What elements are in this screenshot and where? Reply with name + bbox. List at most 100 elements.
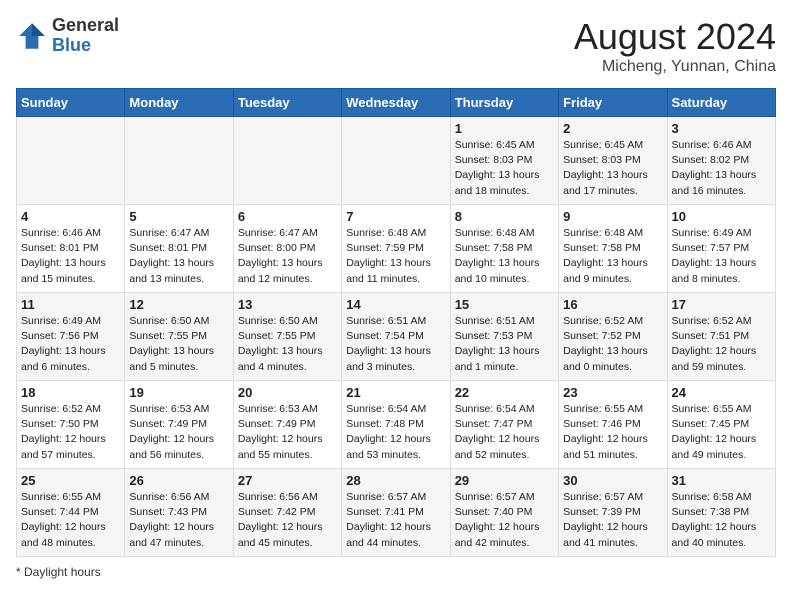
month-title: August 2024 [574, 16, 776, 58]
day-info: Sunrise: 6:53 AM Sunset: 7:49 PM Dayligh… [129, 402, 228, 463]
calendar-cell: 30Sunrise: 6:57 AM Sunset: 7:39 PM Dayli… [559, 469, 667, 557]
calendar-cell: 29 Sunrise: 6:57 AM Sunset: 7:40 PM Dayli… [450, 469, 558, 557]
calendar-week-row: 1 Sunrise: 6:45 AM Sunset: 8:03 PM Daylig… [17, 117, 776, 205]
day-info: Sunrise: 6:54 AM Sunset: 7:48 PM Dayligh… [346, 402, 445, 463]
location-subtitle: Micheng, Yunnan, China [574, 58, 776, 76]
day-number: 20 [238, 385, 337, 400]
calendar-cell: 7 Sunrise: 6:48 AM Sunset: 7:59 PM Daylig… [342, 205, 450, 293]
day-info: Sunrise: 6:52 AM Sunset: 7:52 PM Dayligh… [563, 314, 662, 375]
day-number: 14 [346, 297, 445, 312]
day-info: Sunrise: 6:58 AM Sunset: 7:38 PM Dayligh… [672, 490, 771, 551]
calendar-cell: 27 Sunrise: 6:56 AM Sunset: 7:42 PM Dayli… [233, 469, 341, 557]
day-info: Sunrise: 6:52 AM Sunset: 7:50 PM Dayligh… [21, 402, 120, 463]
day-number: 1 [455, 121, 554, 136]
day-info: Sunrise: 6:55 AM Sunset: 7:44 PM Dayligh… [21, 490, 120, 551]
weekday-header: Friday [559, 89, 667, 117]
calendar-cell: 6 Sunrise: 6:47 AM Sunset: 8:00 PM Daylig… [233, 205, 341, 293]
day-info: Sunrise: 6:55 AM Sunset: 7:46 PM Dayligh… [563, 402, 662, 463]
day-info: Sunrise: 6:53 AM Sunset: 7:49 PM Dayligh… [238, 402, 337, 463]
day-info: Sunrise: 6:46 AM Sunset: 8:02 PM Dayligh… [672, 138, 771, 199]
day-number: 27 [238, 473, 337, 488]
calendar-cell: 9 Sunrise: 6:48 AM Sunset: 7:58 PM Daylig… [559, 205, 667, 293]
day-info: Sunrise: 6:57 AM Sunset: 7:41 PM Dayligh… [346, 490, 445, 551]
day-info: Sunrise: 6:55 AM Sunset: 7:45 PM Dayligh… [672, 402, 771, 463]
day-info: Sunrise: 6:56 AM Sunset: 7:43 PM Dayligh… [129, 490, 228, 551]
day-number: 25 [21, 473, 120, 488]
calendar-table: SundayMondayTuesdayWednesdayThursdayFrid… [16, 88, 776, 557]
day-info: Sunrise: 6:47 AM Sunset: 8:01 PM Dayligh… [129, 226, 228, 287]
day-info: Sunrise: 6:49 AM Sunset: 7:57 PM Dayligh… [672, 226, 771, 287]
calendar-cell: 16Sunrise: 6:52 AM Sunset: 7:52 PM Dayli… [559, 293, 667, 381]
logo: General Blue [16, 16, 119, 56]
logo-general-text: General [52, 16, 119, 36]
day-number: 29 [455, 473, 554, 488]
day-info: Sunrise: 6:46 AM Sunset: 8:01 PM Dayligh… [21, 226, 120, 287]
day-number: 21 [346, 385, 445, 400]
day-info: Sunrise: 6:48 AM Sunset: 7:58 PM Dayligh… [455, 226, 554, 287]
day-info: Sunrise: 6:45 AM Sunset: 8:03 PM Dayligh… [563, 138, 662, 199]
calendar-cell: 25 Sunrise: 6:55 AM Sunset: 7:44 PM Dayli… [17, 469, 125, 557]
logo-icon [16, 20, 48, 52]
calendar-cell: 18 Sunrise: 6:52 AM Sunset: 7:50 PM Dayli… [17, 381, 125, 469]
calendar-cell: 5Sunrise: 6:47 AM Sunset: 8:01 PM Daylig… [125, 205, 233, 293]
calendar-cell: 19 Sunrise: 6:53 AM Sunset: 7:49 PM Dayli… [125, 381, 233, 469]
calendar-cell [342, 117, 450, 205]
day-number: 7 [346, 209, 445, 224]
day-number: 4 [21, 209, 120, 224]
calendar-cell: 11 Sunrise: 6:49 AM Sunset: 7:56 PM Dayli… [17, 293, 125, 381]
calendar-cell: 17Sunrise: 6:52 AM Sunset: 7:51 PM Dayli… [667, 293, 775, 381]
day-number: 26 [129, 473, 228, 488]
day-number: 6 [238, 209, 337, 224]
calendar-cell: 14Sunrise: 6:51 AM Sunset: 7:54 PM Dayli… [342, 293, 450, 381]
day-number: 23 [563, 385, 662, 400]
calendar-cell: 4 Sunrise: 6:46 AM Sunset: 8:01 PM Daylig… [17, 205, 125, 293]
calendar-cell: 13Sunrise: 6:50 AM Sunset: 7:55 PM Dayli… [233, 293, 341, 381]
day-number: 24 [672, 385, 771, 400]
day-info: Sunrise: 6:48 AM Sunset: 7:59 PM Dayligh… [346, 226, 445, 287]
calendar-week-row: 11 Sunrise: 6:49 AM Sunset: 7:56 PM Dayli… [17, 293, 776, 381]
daylight-label: Daylight hours [24, 565, 101, 579]
calendar-cell: 22Sunrise: 6:54 AM Sunset: 7:47 PM Dayli… [450, 381, 558, 469]
day-info: Sunrise: 6:57 AM Sunset: 7:39 PM Dayligh… [563, 490, 662, 551]
calendar-cell: 26 Sunrise: 6:56 AM Sunset: 7:43 PM Dayli… [125, 469, 233, 557]
day-number: 11 [21, 297, 120, 312]
calendar-cell [17, 117, 125, 205]
calendar-cell: 31 Sunrise: 6:58 AM Sunset: 7:38 PM Dayli… [667, 469, 775, 557]
weekday-header: Thursday [450, 89, 558, 117]
day-number: 28 [346, 473, 445, 488]
calendar-cell: 8 Sunrise: 6:48 AM Sunset: 7:58 PM Daylig… [450, 205, 558, 293]
day-info: Sunrise: 6:56 AM Sunset: 7:42 PM Dayligh… [238, 490, 337, 551]
weekday-header: Tuesday [233, 89, 341, 117]
title-block: August 2024 Micheng, Yunnan, China [574, 16, 776, 76]
day-number: 31 [672, 473, 771, 488]
calendar-cell: 3 Sunrise: 6:46 AM Sunset: 8:02 PM Daylig… [667, 117, 775, 205]
weekday-header: Wednesday [342, 89, 450, 117]
day-number: 18 [21, 385, 120, 400]
weekday-header-row: SundayMondayTuesdayWednesdayThursdayFrid… [17, 89, 776, 117]
calendar-cell [233, 117, 341, 205]
day-number: 19 [129, 385, 228, 400]
calendar-cell: 23 Sunrise: 6:55 AM Sunset: 7:46 PM Dayli… [559, 381, 667, 469]
calendar-cell: 2 Sunrise: 6:45 AM Sunset: 8:03 PM Daylig… [559, 117, 667, 205]
footer-note: * Daylight hours [16, 565, 776, 579]
logo-blue-text: Blue [52, 36, 119, 56]
day-number: 3 [672, 121, 771, 136]
calendar-cell: 21 Sunrise: 6:54 AM Sunset: 7:48 PM Dayli… [342, 381, 450, 469]
day-info: Sunrise: 6:47 AM Sunset: 8:00 PM Dayligh… [238, 226, 337, 287]
calendar-cell: 12Sunrise: 6:50 AM Sunset: 7:55 PM Dayli… [125, 293, 233, 381]
day-number: 2 [563, 121, 662, 136]
day-number: 17 [672, 297, 771, 312]
day-number: 9 [563, 209, 662, 224]
calendar-cell: 10Sunrise: 6:49 AM Sunset: 7:57 PM Dayli… [667, 205, 775, 293]
calendar-cell: 24 Sunrise: 6:55 AM Sunset: 7:45 PM Dayli… [667, 381, 775, 469]
day-info: Sunrise: 6:45 AM Sunset: 8:03 PM Dayligh… [455, 138, 554, 199]
weekday-header: Saturday [667, 89, 775, 117]
day-info: Sunrise: 6:50 AM Sunset: 7:55 PM Dayligh… [129, 314, 228, 375]
day-number: 8 [455, 209, 554, 224]
day-info: Sunrise: 6:51 AM Sunset: 7:53 PM Dayligh… [455, 314, 554, 375]
day-info: Sunrise: 6:49 AM Sunset: 7:56 PM Dayligh… [21, 314, 120, 375]
day-info: Sunrise: 6:48 AM Sunset: 7:58 PM Dayligh… [563, 226, 662, 287]
day-number: 13 [238, 297, 337, 312]
day-number: 22 [455, 385, 554, 400]
day-info: Sunrise: 6:57 AM Sunset: 7:40 PM Dayligh… [455, 490, 554, 551]
